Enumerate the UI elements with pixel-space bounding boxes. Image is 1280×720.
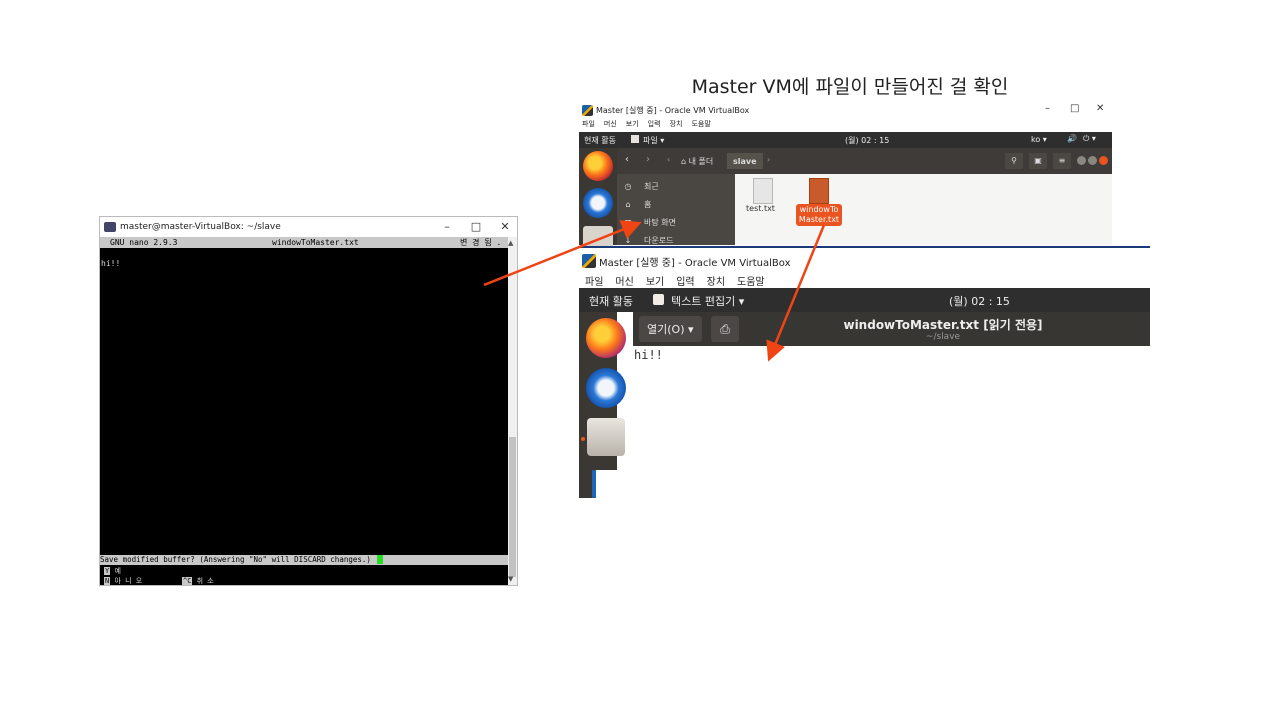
arrow-file-to-editor <box>766 224 826 362</box>
annotation-arrows <box>483 220 826 362</box>
arrow-terminal-to-file <box>483 220 642 287</box>
